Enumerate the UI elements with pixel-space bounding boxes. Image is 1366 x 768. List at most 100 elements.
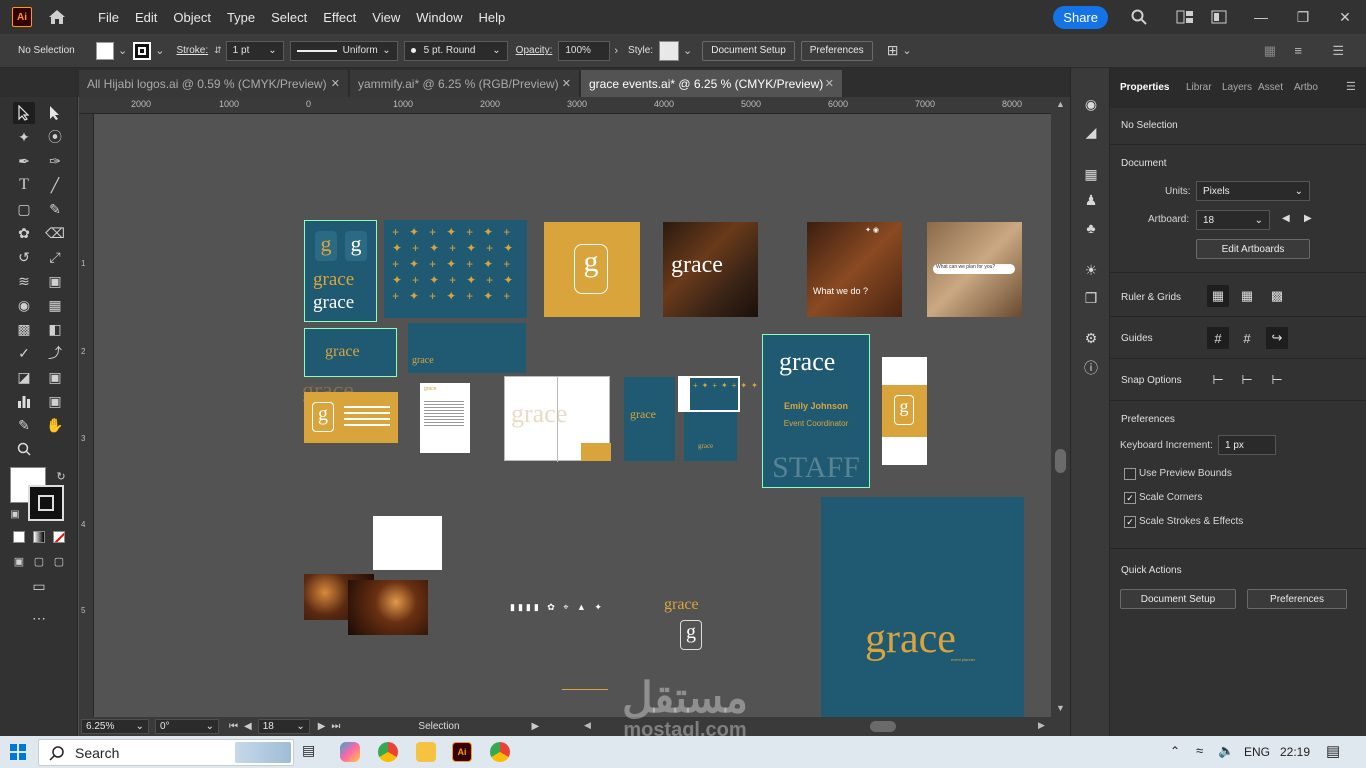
lock-guides-icon[interactable]: # bbox=[1236, 327, 1258, 349]
swap-colors-icon[interactable]: ↻ bbox=[50, 465, 72, 487]
scale-tool-icon[interactable]: ⤢ bbox=[44, 246, 66, 268]
grid-icon[interactable]: ▦ bbox=[1236, 285, 1258, 307]
scale-corners-checkbox[interactable]: ✓ bbox=[1124, 492, 1136, 504]
menu-select[interactable]: Select bbox=[263, 10, 315, 25]
stroke-color-swatch[interactable] bbox=[28, 485, 64, 521]
artboard-photo-grace[interactable]: grace bbox=[663, 222, 758, 317]
chrome-profile-icon[interactable] bbox=[490, 742, 510, 762]
curvature-tool-icon[interactable]: ✑ bbox=[44, 150, 66, 172]
use-preview-bounds-checkbox[interactable] bbox=[1124, 468, 1136, 480]
search-icon[interactable] bbox=[1128, 6, 1150, 28]
artboard-tool-icon[interactable]: ▣ bbox=[44, 390, 66, 412]
artboard-folder[interactable]: grace bbox=[504, 376, 611, 462]
smart-guides-icon[interactable]: ↪ bbox=[1266, 327, 1288, 349]
units-select[interactable]: Pixels ⌄ bbox=[1196, 181, 1310, 201]
artboard-poster[interactable]: grace event planner bbox=[821, 497, 1024, 717]
menu-type[interactable]: Type bbox=[219, 10, 263, 25]
artboard-business-card[interactable]: g bbox=[304, 392, 398, 443]
direct-selection-tool-icon[interactable] bbox=[44, 102, 66, 124]
home-icon[interactable] bbox=[46, 6, 68, 28]
eyedropper-tool-icon[interactable]: ✓ bbox=[13, 342, 35, 364]
menu-file[interactable]: File bbox=[90, 10, 127, 25]
artboard-gold-logo[interactable]: g bbox=[544, 222, 640, 317]
close-icon[interactable]: ✕ bbox=[331, 77, 340, 90]
show-guides-icon[interactable]: # bbox=[1207, 327, 1229, 349]
tray-overflow-icon[interactable]: ⌃ bbox=[1170, 744, 1180, 758]
tab-yammify[interactable]: yammify.ai* @ 6.25 % (RGB/Preview) ✕ bbox=[350, 70, 580, 97]
vertical-scrollbar[interactable]: ▲ ▼ bbox=[1051, 97, 1070, 717]
chevron-down-icon[interactable]: ⌄ bbox=[902, 44, 911, 57]
symbols-icon[interactable]: ♣ bbox=[1081, 218, 1101, 238]
task-view-icon[interactable]: ▤ bbox=[302, 742, 322, 762]
artboard-bookmark[interactable]: g bbox=[882, 357, 927, 465]
transparency-grid-icon[interactable]: ▩ bbox=[1266, 285, 1288, 307]
brushes-icon[interactable]: ♟ bbox=[1081, 190, 1101, 210]
line-tool-icon[interactable]: ╱ bbox=[44, 174, 66, 196]
fill-swatch[interactable] bbox=[96, 41, 114, 60]
preferences-button[interactable]: Preferences bbox=[1247, 589, 1347, 609]
artboard-pattern[interactable]: +✦+✦+✦+ ✦+✦+✦+✦ +✦+✦+✦+ ✦+✦+✦+✦ +✦+✦+✦+ bbox=[384, 220, 527, 318]
stroke-weight-field[interactable]: 1 pt ⌄ bbox=[225, 40, 284, 61]
arrange-documents-icon[interactable] bbox=[1208, 6, 1230, 28]
info-icon[interactable]: ⓘ bbox=[1081, 358, 1101, 378]
opacity-label[interactable]: Opacity: bbox=[516, 45, 553, 56]
symbol-sprayer-tool-icon[interactable]: ▣ bbox=[44, 366, 66, 388]
file-explorer-icon[interactable] bbox=[416, 742, 436, 762]
chrome-icon[interactable] bbox=[378, 742, 398, 762]
artboard-blank[interactable] bbox=[373, 516, 442, 570]
chevron-up-icon[interactable]: ▲ bbox=[1056, 99, 1065, 109]
artboard-select[interactable]: 18 ⌄ bbox=[1196, 210, 1270, 230]
chevron-left-icon[interactable]: ◀ bbox=[584, 720, 591, 731]
selection-tool-icon[interactable] bbox=[13, 102, 35, 124]
layers-icon[interactable]: ❐ bbox=[1081, 288, 1101, 308]
slice-tool-icon[interactable]: ✎ bbox=[13, 414, 35, 436]
more-tools-icon[interactable]: ⋯ bbox=[28, 607, 50, 629]
first-artboard-icon[interactable]: ⏮ bbox=[229, 721, 238, 732]
document-setup-button[interactable]: Document Setup bbox=[1120, 589, 1236, 609]
brush-select[interactable]: 5 pt. Round ⌄ bbox=[403, 40, 508, 61]
rotate-tool-icon[interactable]: ↺ bbox=[13, 246, 35, 268]
previous-artboard-icon[interactable]: ◀ bbox=[1282, 213, 1290, 224]
lasso-tool-icon[interactable]: ⦿ bbox=[44, 126, 66, 148]
color-mode-icon[interactable] bbox=[8, 526, 30, 548]
stroke-label[interactable]: Stroke: bbox=[176, 45, 208, 56]
default-colors-icon[interactable]: ▣ bbox=[4, 503, 26, 525]
panel-menu-icon[interactable]: ☰ bbox=[1346, 80, 1356, 93]
type-tool-icon[interactable]: T bbox=[13, 174, 35, 196]
perspective-grid-tool-icon[interactable]: ▦ bbox=[44, 294, 66, 316]
stroke-swatch[interactable] bbox=[133, 41, 152, 60]
taskbar-search-box[interactable]: Search bbox=[38, 739, 294, 766]
tab-all-hijabi-logos[interactable]: All Hijabi logos.ai @ 0.59 % (CMYK/Previ… bbox=[79, 70, 349, 97]
draw-behind-icon[interactable]: ▢ bbox=[28, 550, 50, 572]
warp-tool-icon[interactable]: ≋ bbox=[13, 270, 35, 292]
restore-icon[interactable]: ❐ bbox=[1292, 6, 1314, 28]
mesh-tool-icon[interactable]: ▩ bbox=[13, 318, 35, 340]
minimize-icon[interactable]: — bbox=[1250, 6, 1272, 28]
opacity-field[interactable]: 100% bbox=[558, 40, 611, 61]
artboard-photo-candles[interactable] bbox=[348, 580, 428, 635]
menu-object[interactable]: Object bbox=[165, 10, 219, 25]
artboard-letterhead[interactable]: grace bbox=[420, 383, 470, 453]
copilot-icon[interactable] bbox=[340, 742, 360, 762]
graph-tool-icon[interactable] bbox=[13, 390, 35, 412]
chevron-down-icon[interactable]: ⌄ bbox=[155, 44, 164, 57]
distribute-icon[interactable]: ≡ bbox=[1294, 43, 1302, 58]
notifications-icon[interactable]: ▤ bbox=[1326, 742, 1340, 760]
hand-tool-icon[interactable]: ✋ bbox=[44, 414, 66, 436]
shape-builder-tool-icon[interactable]: ◉ bbox=[13, 294, 35, 316]
share-button[interactable]: Share bbox=[1053, 5, 1108, 29]
snap-to-pixel-icon[interactable]: ⊢ bbox=[1266, 369, 1288, 391]
artboard-canvas[interactable]: g g grace grace +✦+✦+✦+ ✦+✦+✦+✦ +✦+✦+✦+ ✦+✦… bbox=[94, 114, 1051, 717]
tab-artboards[interactable]: Artbo bbox=[1294, 82, 1318, 93]
close-icon[interactable]: ✕ bbox=[562, 77, 571, 90]
color-panel-icon[interactable]: ◉ bbox=[1081, 94, 1101, 114]
scale-strokes-checkbox[interactable]: ✓ bbox=[1124, 516, 1136, 528]
chevron-down-icon[interactable]: ▼ bbox=[1056, 703, 1065, 713]
chevron-right-icon[interactable]: ▶ bbox=[532, 721, 540, 732]
artboard-photo-search[interactable]: What can we plan for you? bbox=[927, 222, 1022, 317]
horizontal-scroll-thumb[interactable] bbox=[870, 721, 896, 732]
workspace-icon[interactable] bbox=[1174, 6, 1196, 28]
artboard-logo-sheet[interactable]: g g grace grace bbox=[304, 220, 377, 322]
illustrator-taskbar-icon[interactable]: Ai bbox=[452, 742, 472, 762]
measure-tool-icon[interactable]: ⤴ bbox=[44, 342, 66, 364]
